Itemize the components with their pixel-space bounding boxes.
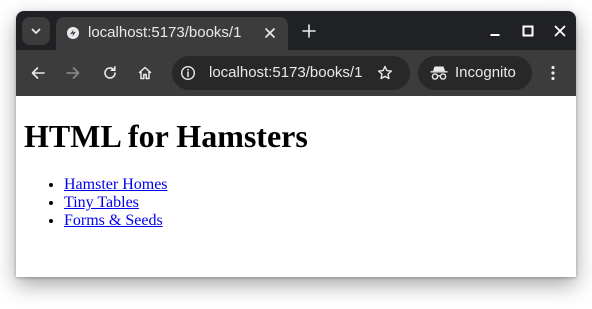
home-button[interactable] [134, 62, 156, 84]
chapter-link-forms-and-seeds[interactable]: Forms & Seeds [64, 212, 163, 229]
incognito-indicator[interactable]: Incognito [418, 56, 532, 90]
vite-favicon-icon [67, 27, 79, 39]
list-item: Forms & Seeds [64, 212, 168, 230]
chevron-down-icon [31, 28, 41, 34]
forward-button[interactable] [62, 62, 84, 84]
list-item: Hamster Homes [64, 176, 168, 194]
reload-icon [104, 66, 116, 79]
tab-strip: localhost:5173/books/1 [16, 11, 576, 50]
arrow-left-icon [31, 67, 45, 79]
close-icon [554, 25, 566, 37]
url-text[interactable]: localhost:5173/books/1 [209, 64, 362, 81]
site-info-button[interactable] [179, 64, 197, 82]
star-icon [378, 65, 392, 80]
back-button[interactable] [27, 62, 49, 84]
arrow-right-icon [66, 67, 80, 79]
close-window-button[interactable] [550, 21, 570, 41]
page-viewport: HTML for Hamsters Hamster Homes Tiny Tab… [16, 96, 576, 277]
tab-close-button[interactable] [261, 24, 279, 42]
home-icon [138, 66, 152, 80]
active-tab[interactable]: localhost:5173/books/1 [56, 17, 288, 50]
browser-window: localhost:5173/books/1 localhost:5173/bo… [16, 11, 576, 277]
list-item: Tiny Tables [64, 194, 168, 212]
bookmark-button[interactable] [375, 63, 395, 83]
browser-toolbar: localhost:5173/books/1 Incognito [16, 50, 576, 96]
reload-button[interactable] [99, 62, 121, 84]
maximize-icon [522, 25, 534, 37]
incognito-icon [430, 66, 448, 80]
new-tab-button[interactable] [299, 21, 319, 41]
address-bar[interactable]: localhost:5173/books/1 [172, 56, 410, 90]
chapter-link-tiny-tables[interactable]: Tiny Tables [64, 194, 139, 211]
chapter-link-hamster-homes[interactable]: Hamster Homes [64, 176, 168, 193]
tab-title: localhost:5173/books/1 [88, 24, 242, 41]
info-icon [180, 65, 196, 81]
maximize-button[interactable] [518, 21, 538, 41]
incognito-label: Incognito [455, 64, 516, 81]
close-icon [265, 28, 275, 38]
more-vert-icon [551, 65, 555, 81]
browser-menu-button[interactable] [543, 62, 563, 84]
chapter-list: Hamster Homes Tiny Tables Forms & Seeds [24, 176, 168, 230]
minimize-button[interactable] [485, 21, 505, 41]
plus-icon [302, 24, 316, 38]
tab-search-button[interactable] [22, 17, 50, 45]
page-title: HTML for Hamsters [24, 118, 308, 154]
minimize-icon [490, 34, 500, 36]
